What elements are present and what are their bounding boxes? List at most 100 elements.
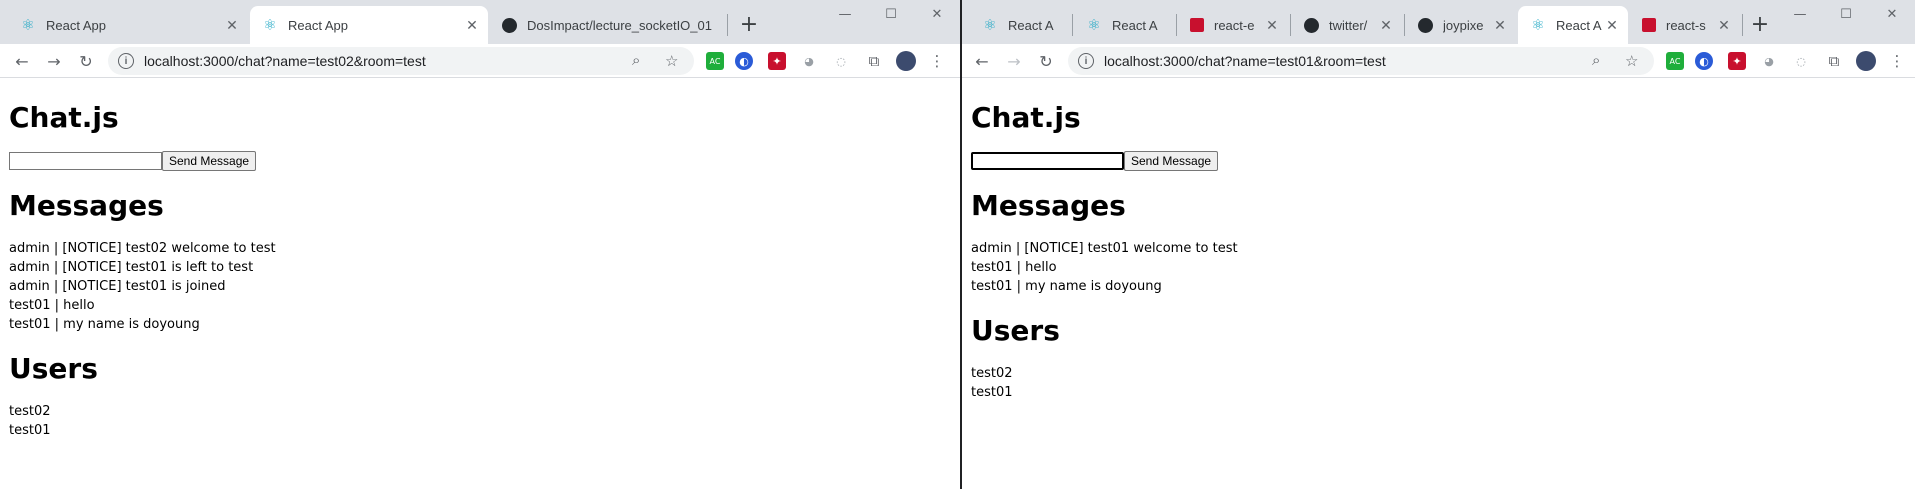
tab[interactable]: twitter/ ✕ (1292, 6, 1402, 44)
browser-toolbar: ← → ↻ i localhost:3000/chat?name=test02&… (0, 44, 960, 78)
menu-icon[interactable]: ⋮ (1888, 52, 1906, 70)
close-icon[interactable]: ✕ (1716, 17, 1732, 33)
zoom-icon[interactable]: ⌕ (1592, 52, 1600, 69)
close-icon[interactable]: ✕ (1264, 17, 1280, 33)
user-item: test02 (971, 366, 1013, 381)
forward-icon[interactable]: → (42, 50, 66, 72)
menu-icon[interactable]: ⋮ (928, 52, 946, 70)
tab-active[interactable]: ⚛ React App ✕ (250, 6, 488, 44)
tab[interactable]: react-e ✕ (1178, 6, 1288, 44)
users-list: test02 test01 (9, 402, 951, 440)
reload-icon[interactable]: ↻ (1034, 50, 1058, 72)
info-icon[interactable]: i (118, 53, 134, 69)
extension-ac-icon[interactable]: AC (706, 52, 724, 70)
users-list: test02 test01 (971, 364, 1906, 402)
close-window-icon[interactable]: ✕ (1869, 0, 1915, 28)
tab[interactable]: ⚛ React App ✕ (8, 6, 248, 44)
tab[interactable]: ⚛ React A (970, 6, 1070, 44)
address-bar[interactable]: i localhost:3000/chat?name=test02&room=t… (108, 47, 694, 75)
npm-icon (1642, 18, 1656, 32)
tab-title: joypixe (1443, 17, 1484, 33)
maximize-icon[interactable]: ☐ (868, 0, 914, 28)
tab-divider (1742, 14, 1743, 36)
zoom-icon[interactable]: ⌕ (632, 52, 640, 69)
back-icon[interactable]: ← (10, 50, 34, 72)
tab[interactable]: joypixe ✕ (1406, 6, 1516, 44)
browser-toolbar: ← → ↻ i localhost:3000/chat?name=test01&… (962, 44, 1915, 78)
npm-icon (1190, 18, 1204, 32)
message-input[interactable] (971, 152, 1124, 170)
send-message-button[interactable]: Send Message (1124, 151, 1219, 171)
url-text: localhost:3000/chat?name=test02&room=tes… (144, 53, 426, 69)
puzzle-icon[interactable]: ⧉ (865, 52, 883, 70)
extension-gray2-icon[interactable]: ◌ (832, 52, 850, 70)
message-item: test01 | my name is doyoung (971, 279, 1162, 294)
tab-title: react-e (1214, 17, 1255, 33)
reload-icon[interactable]: ↻ (74, 50, 98, 72)
close-icon[interactable]: ✕ (1492, 17, 1508, 33)
new-tab-button[interactable]: + (1746, 10, 1774, 38)
address-bar[interactable]: i localhost:3000/chat?name=test01&room=t… (1068, 47, 1654, 75)
message-item: admin | [NOTICE] test01 is joined (9, 279, 226, 294)
user-item: test01 (971, 385, 1013, 400)
react-icon: ⚛ (21, 17, 35, 34)
extension-gray-icon[interactable]: ◕ (1760, 52, 1778, 70)
message-form: Send Message (971, 151, 1906, 171)
close-icon[interactable]: ✕ (1378, 17, 1394, 33)
close-icon[interactable]: ✕ (1604, 17, 1620, 33)
tab-divider (1404, 14, 1405, 36)
back-icon[interactable]: ← (970, 50, 994, 72)
message-form: Send Message (9, 151, 951, 171)
extension-blue-icon[interactable]: ◐ (1695, 52, 1713, 70)
close-icon[interactable]: ✕ (224, 17, 240, 33)
tab-active[interactable]: ⚛ React A ✕ (1518, 6, 1628, 44)
tab-divider (1072, 14, 1073, 36)
extension-red-icon[interactable]: ✦ (768, 52, 786, 70)
message-item: test01 | my name is doyoung (9, 317, 200, 332)
puzzle-icon[interactable]: ⧉ (1825, 52, 1843, 70)
tab-divider (727, 14, 728, 36)
maximize-icon[interactable]: ☐ (1823, 0, 1869, 28)
react-icon: ⚛ (983, 17, 997, 34)
browser-window-right: ⚛ React A ⚛ React A react-e ✕ twitter/ ✕ (960, 0, 1915, 489)
close-window-icon[interactable]: ✕ (914, 0, 960, 28)
tab-title: DosImpact/lecture_socketIO_01 (527, 17, 712, 33)
users-heading: Users (9, 352, 98, 385)
url-text: localhost:3000/chat?name=test01&room=tes… (1104, 53, 1386, 69)
tab-title: twitter/ (1329, 17, 1368, 33)
avatar[interactable] (896, 51, 916, 71)
page-title: Chat.js (9, 101, 119, 134)
messages-heading: Messages (9, 189, 164, 222)
tab[interactable]: react-s ✕ (1630, 6, 1740, 44)
avatar[interactable] (1856, 51, 1876, 71)
extension-blue-icon[interactable]: ◐ (735, 52, 753, 70)
github-icon (502, 17, 517, 33)
page-content: Chat.js Send Message Messages admin | [N… (962, 79, 1915, 489)
extension-ac-icon[interactable]: AC (1666, 52, 1684, 70)
forward-icon[interactable]: → (1002, 50, 1026, 72)
extension-gray2-icon[interactable]: ◌ (1792, 52, 1810, 70)
bookmark-star-icon[interactable]: ☆ (1625, 52, 1638, 70)
extension-red-icon[interactable]: ✦ (1728, 52, 1746, 70)
messages-list: admin | [NOTICE] test01 welcome to test … (971, 239, 1906, 296)
message-input[interactable] (9, 152, 162, 170)
bookmark-star-icon[interactable]: ☆ (665, 52, 678, 70)
extension-gray-icon[interactable]: ◕ (800, 52, 818, 70)
tab[interactable]: DosImpact/lecture_socketIO_01 (490, 6, 730, 44)
tab[interactable]: ⚛ React A (1074, 6, 1174, 44)
minimize-icon[interactable]: — (1777, 0, 1823, 28)
tab-title: react-s (1666, 17, 1706, 33)
user-item: test02 (9, 404, 51, 419)
send-message-button[interactable]: Send Message (162, 151, 257, 171)
tab-title: React App (46, 17, 106, 33)
close-icon[interactable]: ✕ (464, 17, 480, 33)
minimize-icon[interactable]: — (822, 0, 868, 28)
message-item: admin | [NOTICE] test01 welcome to test (971, 241, 1238, 256)
new-tab-button[interactable]: + (735, 10, 763, 38)
tab-divider (1176, 14, 1177, 36)
browser-window-left: ⚛ React App ✕ ⚛ React App ✕ DosImpact/le… (0, 0, 960, 489)
info-icon[interactable]: i (1078, 53, 1094, 69)
react-icon: ⚛ (1087, 17, 1101, 34)
page-title: Chat.js (971, 101, 1081, 134)
users-heading: Users (971, 314, 1060, 347)
